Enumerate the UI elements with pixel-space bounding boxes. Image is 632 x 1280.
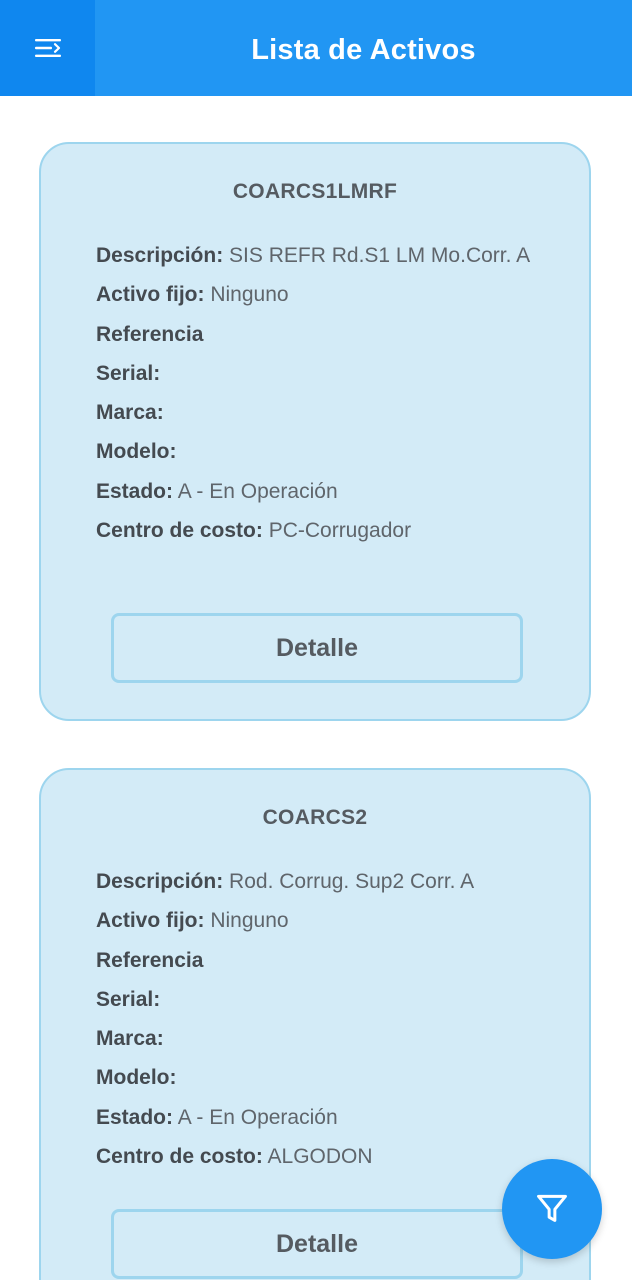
asset-fields: Descripción: Rod. Corrug. Sup2 Corr. A A… (96, 866, 534, 1180)
field-label: Serial: (96, 987, 161, 1011)
filter-button[interactable] (502, 1159, 602, 1259)
field-referencia: Referencia (96, 945, 534, 976)
field-referencia: Referencia (96, 319, 534, 350)
field-value: Ninguno (210, 283, 289, 307)
page-title: Lista de Activos (251, 33, 476, 66)
detail-button[interactable]: Detalle (111, 613, 523, 683)
field-value: A - En Operación (177, 1105, 338, 1129)
menu-button[interactable] (0, 0, 95, 96)
detail-button[interactable]: Detalle (111, 1209, 523, 1279)
field-label: Estado: (96, 1105, 174, 1129)
field-centro-costo: Centro de costo: PC-Corrugador (96, 515, 534, 546)
field-value: ALGODON (267, 1145, 373, 1169)
field-label: Descripción: (96, 870, 224, 893)
field-label: Centro de costo: (96, 519, 263, 543)
asset-card: COARCS1LMRF Descripción: SIS REFR Rd.S1 … (39, 142, 591, 721)
field-estado: Estado: A - En Operación (96, 476, 534, 507)
field-label: Estado: (96, 479, 174, 503)
field-serial: Serial: (96, 358, 534, 389)
field-modelo: Modelo: (96, 436, 534, 467)
menu-icon (34, 39, 61, 57)
field-activo-fijo: Activo fijo: Ninguno (96, 279, 534, 310)
field-activo-fijo: Activo fijo: Ninguno (96, 905, 534, 936)
asset-list-screen: Lista de Activos COARCS1LMRF Descripción… (0, 0, 632, 1280)
field-marca: Marca: (96, 397, 534, 428)
field-descripcion: Descripción: Rod. Corrug. Sup2 Corr. A (96, 866, 534, 897)
field-value: A - En Operación (177, 479, 338, 503)
asset-fields: Descripción: SIS REFR Rd.S1 LM Mo.Corr. … (96, 240, 534, 554)
field-label: Referencia (96, 322, 204, 346)
field-label: Descripción: (96, 244, 224, 267)
asset-code: COARCS2 (262, 806, 368, 829)
field-label: Activo fijo: (96, 283, 205, 307)
field-label: Modelo: (96, 440, 177, 464)
field-value: SIS REFR Rd.S1 LM Mo.Corr. A (229, 244, 531, 267)
field-label: Serial: (96, 361, 161, 385)
field-value: Ninguno (210, 909, 289, 933)
field-label: Modelo: (96, 1066, 177, 1090)
field-label: Marca: (96, 401, 164, 425)
field-marca: Marca: (96, 1023, 534, 1054)
field-centro-costo: Centro de costo: ALGODON (96, 1141, 534, 1172)
field-serial: Serial: (96, 984, 534, 1015)
field-estado: Estado: A - En Operación (96, 1102, 534, 1133)
field-label: Activo fijo: (96, 909, 205, 933)
field-label: Marca: (96, 1027, 164, 1051)
field-label: Referencia (96, 948, 204, 972)
app-bar: Lista de Activos (0, 0, 632, 96)
field-modelo: Modelo: (96, 1062, 534, 1093)
field-descripcion: Descripción: SIS REFR Rd.S1 LM Mo.Corr. … (96, 240, 534, 271)
field-value: PC-Corrugador (268, 519, 412, 543)
asset-code: COARCS1LMRF (232, 180, 398, 203)
field-label: Centro de costo: (96, 1145, 263, 1169)
field-value: Rod. Corrug. Sup2 Corr. A (229, 870, 475, 893)
filter-icon (537, 1194, 567, 1222)
